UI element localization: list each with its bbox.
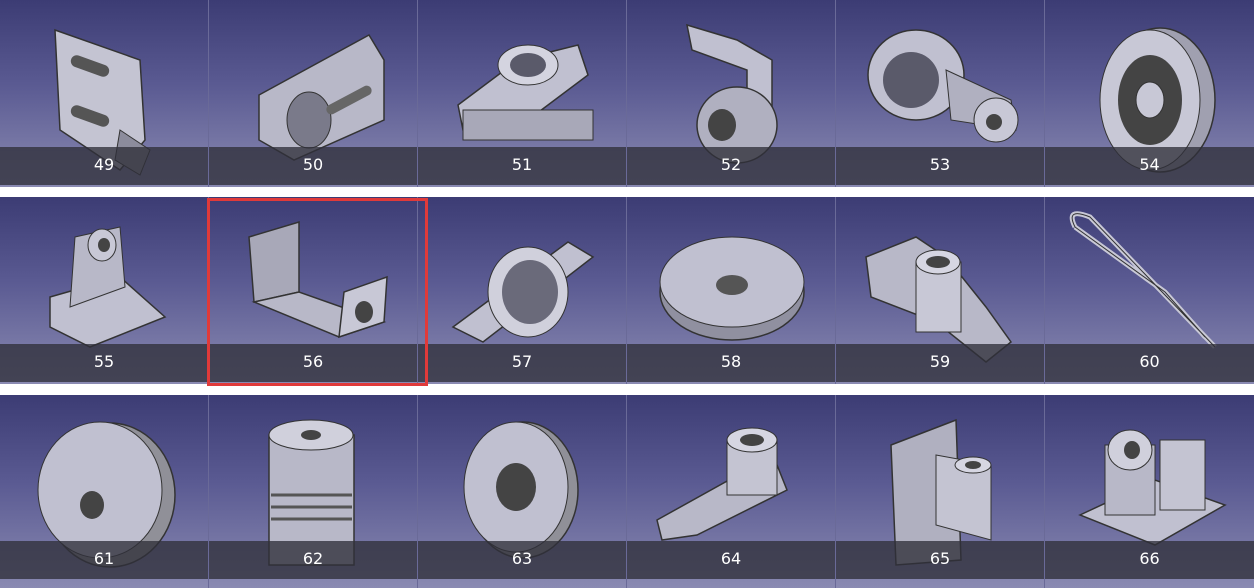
thumbnail-tile-63[interactable]: 63 — [418, 395, 627, 588]
thumbnail-tile-49[interactable]: 49 — [0, 0, 209, 187]
thumbnail-label: 49 — [0, 147, 208, 185]
thumbnail-gallery: 49 50 51 52 53 54 55 56 57 58 59 60 61 6… — [0, 0, 1254, 588]
thumbnail-label: 60 — [1045, 344, 1254, 382]
thumbnail-label: 54 — [1045, 147, 1254, 185]
thumbnail-label: 65 — [836, 541, 1044, 579]
thumbnail-label: 55 — [0, 344, 208, 382]
thumbnail-tile-56[interactable]: 56 — [209, 197, 418, 384]
thumbnail-tile-55[interactable]: 55 — [0, 197, 209, 384]
thumbnail-label: 62 — [209, 541, 417, 579]
thumbnail-label: 57 — [418, 344, 626, 382]
thumbnail-tile-50[interactable]: 50 — [209, 0, 418, 187]
thumbnail-tile-52[interactable]: 52 — [627, 0, 836, 187]
thumbnail-label: 53 — [836, 147, 1044, 185]
thumbnail-tile-51[interactable]: 51 — [418, 0, 627, 187]
gallery-row: 49 50 51 52 53 54 — [0, 0, 1254, 187]
thumbnail-tile-62[interactable]: 62 — [209, 395, 418, 588]
thumbnail-label: 63 — [418, 541, 626, 579]
thumbnail-tile-65[interactable]: 65 — [836, 395, 1045, 588]
thumbnail-tile-59[interactable]: 59 — [836, 197, 1045, 384]
gallery-row: 61 62 63 64 65 66 — [0, 395, 1254, 588]
thumbnail-label: 56 — [209, 344, 417, 382]
gallery-row: 55 56 57 58 59 60 — [0, 197, 1254, 384]
thumbnail-label: 51 — [418, 147, 626, 185]
thumbnail-label: 64 — [627, 541, 835, 579]
thumbnail-label: 52 — [627, 147, 835, 185]
thumbnail-tile-66[interactable]: 66 — [1045, 395, 1254, 588]
thumbnail-tile-53[interactable]: 53 — [836, 0, 1045, 187]
thumbnail-label: 58 — [627, 344, 835, 382]
thumbnail-tile-61[interactable]: 61 — [0, 395, 209, 588]
thumbnail-tile-60[interactable]: 60 — [1045, 197, 1254, 384]
thumbnail-label: 66 — [1045, 541, 1254, 579]
thumbnail-label: 59 — [836, 344, 1044, 382]
thumbnail-tile-58[interactable]: 58 — [627, 197, 836, 384]
thumbnail-tile-64[interactable]: 64 — [627, 395, 836, 588]
thumbnail-label: 61 — [0, 541, 208, 579]
thumbnail-tile-54[interactable]: 54 — [1045, 0, 1254, 187]
thumbnail-tile-57[interactable]: 57 — [418, 197, 627, 384]
thumbnail-label: 50 — [209, 147, 417, 185]
